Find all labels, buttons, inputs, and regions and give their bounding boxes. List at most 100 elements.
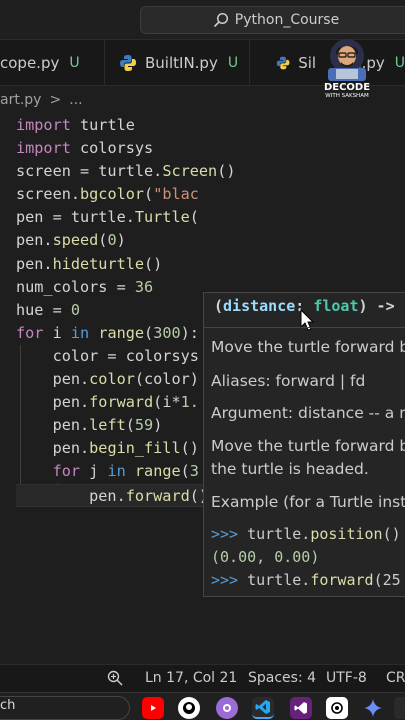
tooltip-argument: Argument: distance -- a nu [211, 404, 405, 422]
code-token: j [80, 462, 108, 481]
breadcrumb-separator: > [49, 92, 62, 108]
taskbar-search-box[interactable] [0, 696, 130, 720]
code-token: ( [144, 323, 154, 342]
code-token: (i* [153, 393, 181, 412]
tab-label: Sil [298, 54, 317, 72]
breadcrumb-more[interactable]: ... [69, 92, 82, 108]
code-token: ( [125, 416, 135, 435]
tooltip-divider [204, 327, 405, 328]
code-token: "blac [153, 185, 199, 204]
github-icon[interactable] [178, 697, 200, 719]
code-token: turtle [70, 116, 135, 134]
code-token: range [134, 462, 181, 481]
code-line[interactable]: screen.bgcolor("blac [16, 183, 405, 206]
code-token: ( [144, 185, 154, 204]
python-file-icon [276, 56, 290, 70]
code-token: range [98, 323, 145, 342]
taskbar: ch [0, 692, 405, 720]
code-token: (color) [134, 370, 199, 389]
hover-tooltip: (distance: float) -> Move the turtle for… [203, 292, 405, 597]
code-token: hue = [16, 300, 71, 319]
code-token: colorsys [70, 139, 154, 158]
code-token: screen = turtle. [16, 162, 163, 181]
code-token: in [107, 462, 126, 481]
python-file-icon [120, 55, 136, 71]
zoom-icon[interactable] [107, 670, 123, 686]
code-token: forward [89, 393, 154, 412]
line-ending[interactable]: CRL [386, 670, 405, 686]
tooltip-description-3: the turtle is headed. [211, 460, 369, 478]
visual-studio-icon[interactable] [290, 697, 312, 719]
code-line[interactable]: screen = turtle.Screen() [16, 160, 405, 183]
code-token: import [16, 139, 71, 158]
code-token: ): [180, 323, 199, 342]
code-line[interactable]: import turtle [16, 114, 405, 137]
untracked-badge: U [69, 55, 80, 71]
search-icon [213, 12, 228, 28]
tab-label: BuiltIN.py [145, 54, 218, 72]
tab-label: cope.py [0, 54, 60, 72]
code-token: pen. [16, 393, 90, 412]
code-editor[interactable]: import turtle import colorsys screen = tur… [0, 114, 405, 664]
tab-scope[interactable]: cope.py U [0, 40, 105, 86]
code-token: pen. [16, 416, 90, 435]
code-token: 0 [70, 300, 81, 319]
tooltip-description: Move the turtle forward by [211, 338, 405, 356]
code-token: pen. [16, 486, 126, 505]
code-token: for [16, 323, 44, 342]
code-line[interactable]: import colorsys [16, 137, 405, 160]
gemini-icon[interactable] [362, 697, 384, 719]
search-label: Python_Course [234, 12, 340, 28]
developer-avatar-icon [328, 39, 366, 81]
code-token: Turtle [134, 208, 190, 227]
app-icon[interactable] [394, 697, 405, 719]
code-token: 3 [189, 462, 199, 481]
tooltip-description-2: Move the turtle forward by [211, 437, 405, 455]
code-line[interactable]: pen.hideturtle() [16, 253, 405, 276]
code-token: bgcolor [80, 185, 145, 204]
code-line[interactable]: pen.speed(0) [16, 229, 405, 252]
code-token: begin_fill [89, 439, 181, 458]
code-token: hideturtle [52, 254, 145, 273]
code-token: 0 [107, 231, 117, 250]
code-token: color [89, 370, 135, 389]
code-token: pen. [16, 439, 90, 458]
untracked-badge: U [394, 55, 405, 71]
code-token: forward [125, 486, 190, 505]
code-token: 59 [134, 416, 154, 435]
vscode-icon[interactable] [252, 697, 274, 719]
code-token: ( [189, 208, 199, 227]
breadcrumb-file[interactable]: art.py [0, 92, 41, 108]
code-token: pen. [16, 254, 53, 273]
github-desktop-icon[interactable] [216, 697, 238, 719]
code-token: ) [153, 416, 163, 435]
code-token: pen. [16, 231, 53, 250]
encoding[interactable]: UTF-8 [326, 670, 367, 686]
code-token: () [217, 162, 236, 181]
code-token: in [70, 323, 90, 342]
title-bar: Python_Course [0, 0, 405, 40]
breadcrumb: art.py > ... [0, 86, 405, 114]
tooltip-aliases: Aliases: forward | fd [211, 372, 366, 390]
tooltip-example-line-1: >>> turtle.position() [211, 525, 401, 543]
chatgpt-icon[interactable] [326, 697, 348, 719]
tab-builtin[interactable]: BuiltIN.py U [105, 40, 250, 86]
cursor-position[interactable]: Ln 17, Col 21 [145, 670, 237, 686]
code-token: () [180, 439, 199, 458]
tooltip-example: Example (for a Turtle insta [211, 493, 405, 511]
command-center-search[interactable]: Python_Course [140, 6, 405, 34]
code-token: 36 [134, 277, 154, 296]
code-line[interactable]: pen = turtle.Turtle( [16, 206, 405, 229]
code-token: num_colors = [16, 277, 135, 296]
code-token: color = colorsys [16, 346, 199, 365]
code-token: pen = turtle. [16, 208, 135, 227]
code-token: left [89, 416, 126, 435]
code-token: ( [180, 462, 190, 481]
code-token: Screen [162, 162, 218, 181]
code-token: ) [116, 231, 126, 250]
indentation[interactable]: Spaces: 4 [248, 670, 316, 686]
youtube-icon[interactable] [142, 697, 164, 719]
